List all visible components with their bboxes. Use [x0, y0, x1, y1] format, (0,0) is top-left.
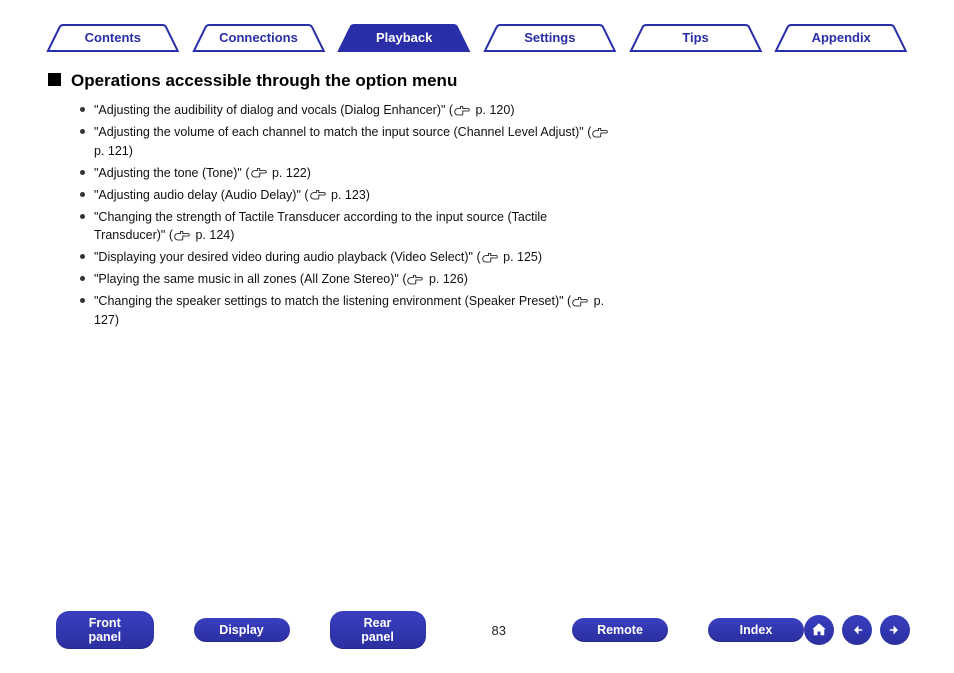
tab-appendix[interactable]: Appendix	[768, 24, 914, 52]
list-item-page-ref: p. 121	[94, 144, 129, 158]
list-item-text: "Displaying your desired video during au…	[94, 250, 481, 264]
arrow-right-icon	[886, 621, 904, 639]
list-item-text: "Adjusting audio delay (Audio Delay)" (	[94, 188, 309, 202]
tab-playback[interactable]: Playback	[331, 24, 477, 52]
pointing-hand-icon	[174, 231, 190, 241]
heading-square-icon	[48, 73, 61, 86]
option-menu-list: "Adjusting the audibility of dialog and …	[48, 101, 620, 328]
home-button[interactable]	[804, 615, 834, 645]
pointing-hand-icon	[482, 253, 498, 263]
list-item-text-end: )	[510, 103, 514, 117]
list-item-page-ref: p. 122	[269, 166, 307, 180]
tab-label: Appendix	[812, 30, 871, 45]
list-item-page-ref: p. 125	[500, 250, 538, 264]
tab-contents[interactable]: Contents	[40, 24, 186, 52]
tab-connections[interactable]: Connections	[186, 24, 332, 52]
list-item[interactable]: "Adjusting the tone (Tone)" ( p. 122)	[80, 164, 620, 182]
list-item-text: "Adjusting the volume of each channel to…	[94, 125, 591, 139]
top-tabs: Contents Connections Playback Settings T…	[0, 0, 954, 62]
list-item-page-ref: p. 120	[472, 103, 510, 117]
content-area: Operations accessible through the option…	[0, 62, 680, 329]
tab-label: Tips	[682, 30, 709, 45]
list-item-text-end: )	[115, 313, 119, 327]
list-item[interactable]: "Adjusting the audibility of dialog and …	[80, 101, 620, 119]
list-item-page-ref: p. 126	[425, 272, 463, 286]
remote-button[interactable]: Remote	[572, 618, 668, 642]
pointing-hand-icon	[310, 190, 326, 200]
list-item-page-ref: p. 124	[192, 228, 230, 242]
index-button[interactable]: Index	[708, 618, 804, 642]
tab-label: Contents	[85, 30, 141, 45]
pointing-hand-icon	[572, 297, 588, 307]
tab-label: Settings	[524, 30, 575, 45]
rear-panel-button[interactable]: Rear panel	[330, 611, 426, 649]
list-item-text-end: )	[307, 166, 311, 180]
list-item-text: "Changing the speaker settings to match …	[94, 294, 571, 308]
section-heading: Operations accessible through the option…	[48, 70, 620, 91]
list-item[interactable]: "Changing the strength of Tactile Transd…	[80, 208, 620, 244]
prev-page-button[interactable]	[842, 615, 872, 645]
list-item-text-end: )	[366, 188, 370, 202]
pointing-hand-icon	[592, 128, 608, 138]
list-item-text: "Adjusting the tone (Tone)" (	[94, 166, 250, 180]
list-item-text: "Playing the same music in all zones (Al…	[94, 272, 406, 286]
list-item-page-ref: p. 123	[328, 188, 366, 202]
list-item[interactable]: "Adjusting audio delay (Audio Delay)" ( …	[80, 186, 620, 204]
home-icon	[810, 621, 828, 639]
bottom-nav: Front panel Display Rear panel 83 Remote…	[0, 611, 954, 649]
pointing-hand-icon	[251, 168, 267, 178]
list-item-text-end: )	[464, 272, 468, 286]
list-item[interactable]: "Adjusting the volume of each channel to…	[80, 123, 620, 159]
tab-settings[interactable]: Settings	[477, 24, 623, 52]
pointing-hand-icon	[454, 106, 470, 116]
list-item-text-end: )	[538, 250, 542, 264]
list-item-text: "Adjusting the audibility of dialog and …	[94, 103, 453, 117]
tab-label: Connections	[219, 30, 298, 45]
list-item-text: "Changing the strength of Tactile Transd…	[94, 210, 547, 242]
list-item[interactable]: "Changing the speaker settings to match …	[80, 292, 620, 328]
display-button[interactable]: Display	[194, 618, 290, 642]
list-item[interactable]: "Displaying your desired video during au…	[80, 248, 620, 266]
page-number: 83	[492, 623, 506, 638]
list-item-text-end: )	[230, 228, 234, 242]
next-page-button[interactable]	[880, 615, 910, 645]
tab-tips[interactable]: Tips	[623, 24, 769, 52]
list-item-text-end: )	[129, 144, 133, 158]
bottom-right-group	[804, 615, 910, 645]
list-item[interactable]: "Playing the same music in all zones (Al…	[80, 270, 620, 288]
front-panel-button[interactable]: Front panel	[56, 611, 154, 649]
heading-text: Operations accessible through the option…	[71, 70, 457, 91]
arrow-left-icon	[848, 621, 866, 639]
pointing-hand-icon	[407, 275, 423, 285]
bottom-left-group: Front panel Display Rear panel 83 Remote…	[56, 611, 804, 649]
tab-label: Playback	[376, 30, 432, 45]
